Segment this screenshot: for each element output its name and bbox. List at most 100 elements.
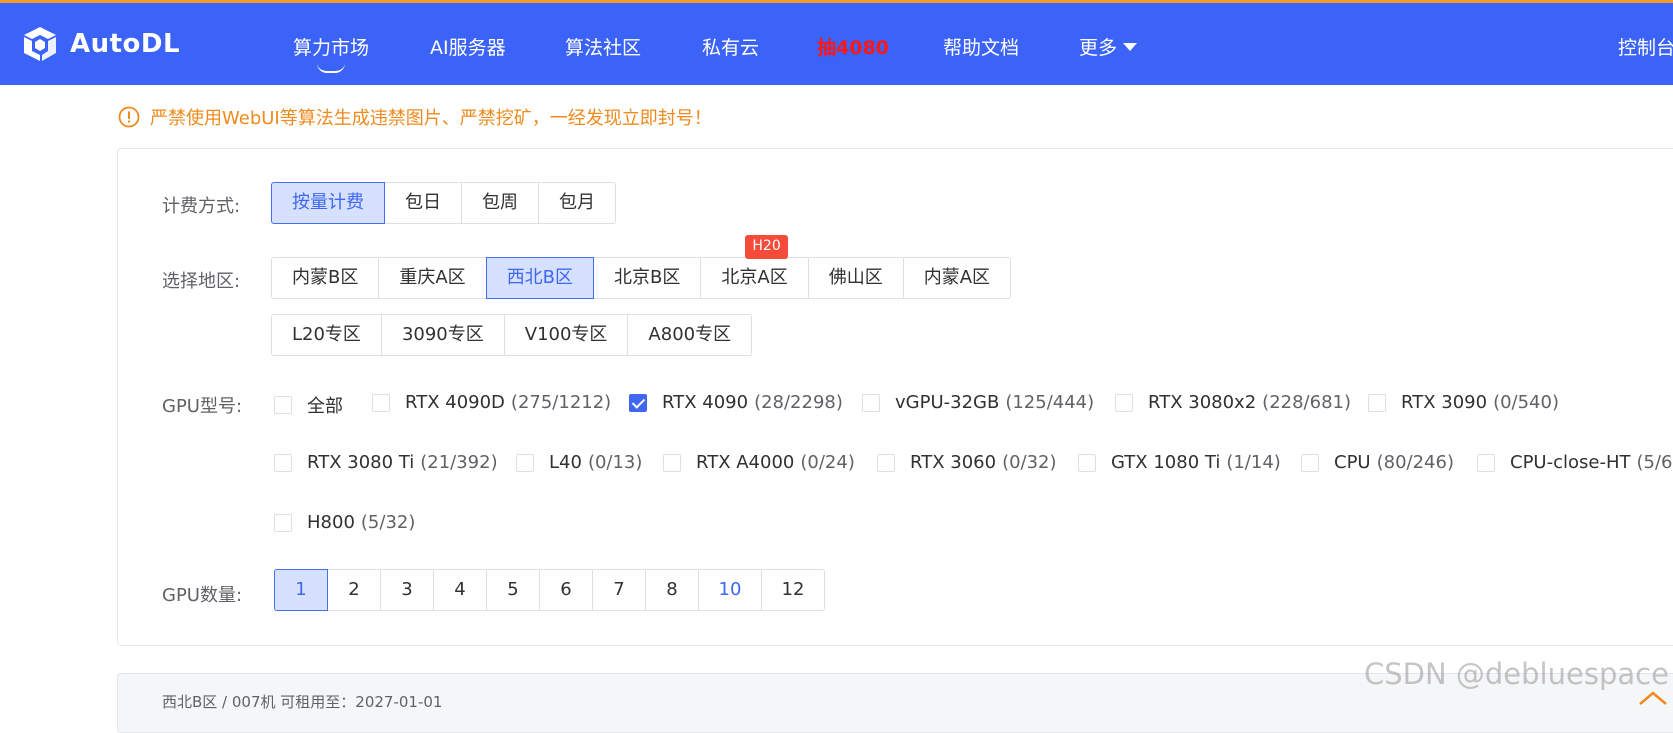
gpu-count-option-1[interactable]: 1 [274,569,328,611]
brand-name: AutoDL [70,29,181,59]
nav-item-lottery-4080[interactable]: 抽4080 [817,33,889,60]
region-option-neimeng-a[interactable]: 内蒙A区 [902,257,1012,299]
caret-down-icon [1123,43,1138,51]
gpu-count-label: GPU数量: [162,585,243,606]
gpu-checkbox[interactable] [1115,393,1133,412]
region-option-3090[interactable]: 3090专区 [380,314,505,356]
gpu-count-options: 1 2 3 4 5 6 7 8 10 12 [274,569,825,611]
gpu-option-rtx-4090[interactable]: RTX 4090 (28/2298) [629,392,843,413]
nav-item-compute-market[interactable]: 算力市场 [293,33,369,73]
gpu-availability: (275/1212) [510,392,612,413]
region-option-xibei-b[interactable]: 西北B区 [485,257,595,299]
gpu-checkbox[interactable] [1078,453,1096,472]
gpu-name: GTX 1080 Ti [1111,452,1221,473]
gpu-option-l40[interactable]: L40 (0/13) [516,452,642,473]
autodl-logo-icon [20,25,60,63]
region-options-row2: L20专区 3090专区 V100专区 A800专区 [271,314,753,356]
gpu-option-rtx-4090d[interactable]: RTX 4090D (275/1212) [372,392,611,413]
region-option-beijing-b[interactable]: 北京B区 [593,257,702,299]
region-option-v100[interactable]: V100专区 [503,314,629,356]
gpu-name: RTX 3090 [1401,392,1488,413]
gpu-checkbox[interactable] [274,513,292,532]
gpu-option-vgpu-32gb[interactable]: vGPU-32GB (125/444) [862,392,1094,413]
gpu-checkbox[interactable] [1368,393,1386,412]
gpu-availability: (1/14) [1226,452,1281,473]
nav-item-console[interactable]: 控制台 [1618,33,1673,60]
nav-item-algorithm-community[interactable]: 算法社区 [565,33,641,60]
gpu-name: H800 [307,512,355,533]
gpu-name: vGPU-32GB [895,392,1000,413]
gpu-option-rtx-3090[interactable]: RTX 3090 (0/540) [1368,392,1559,413]
gpu-checkbox[interactable] [862,393,880,412]
gpu-availability: (125/444) [1005,392,1095,413]
gpu-name: RTX 4090D [405,392,505,413]
gpu-count-option-4[interactable]: 4 [433,569,487,611]
nav-item-more[interactable]: 更多 [1079,33,1138,60]
gpu-name: CPU [1334,452,1371,473]
billing-option-pay-as-you-go[interactable]: 按量计费 [271,182,385,224]
gpu-option-rtx-3080x2[interactable]: RTX 3080x2 (228/681) [1115,392,1351,413]
region-option-a800[interactable]: A800专区 [627,314,753,356]
gpu-option-gtx-1080-ti[interactable]: GTX 1080 Ti (1/14) [1078,452,1281,473]
gpu-name: RTX 3080 Ti [307,452,415,473]
gpu-option-cpu-close-ht[interactable]: CPU-close-HT (5/6) [1477,452,1673,473]
gpu-count-option-10[interactable]: 10 [698,569,762,611]
billing-option-weekly[interactable]: 包周 [461,182,539,224]
region-option-beijing-a[interactable]: 北京A区 H20 [700,235,809,299]
billing-option-monthly[interactable]: 包月 [538,182,616,224]
warning-text: 严禁使用WebUI等算法生成违禁图片、严禁挖矿，一经发现立即封号！ [150,108,712,129]
gpu-availability: (0/32) [1002,452,1057,473]
gpu-count-option-12[interactable]: 12 [761,569,825,611]
gpu-option-h800[interactable]: H800 (5/32) [274,512,415,533]
gpu-availability: (5/6) [1636,452,1673,473]
region-option-foshan[interactable]: 佛山区 [807,257,904,299]
gpu-availability: (0/13) [587,452,643,473]
gpu-availability: (0/24) [800,452,855,473]
brand-logo[interactable]: AutoDL [20,25,180,63]
gpu-name: CPU-close-HT [1510,452,1631,473]
gpu-availability: (80/246) [1376,452,1454,473]
gpu-count-option-7[interactable]: 7 [592,569,646,611]
billing-option-daily[interactable]: 包日 [384,182,462,224]
gpu-availability: (5/32) [360,512,416,533]
gpu-checkbox[interactable] [372,393,390,412]
gpu-name: RTX A4000 [696,452,795,473]
gpu-checkbox[interactable] [1301,453,1319,472]
gpu-count-option-2[interactable]: 2 [327,569,381,611]
billing-label: 计费方式: [162,196,241,217]
exclamation-circle-icon [118,106,140,128]
gpu-checkbox[interactable] [274,396,292,414]
gpu-count-option-5[interactable]: 5 [486,569,540,611]
gpu-checkbox[interactable] [1477,453,1495,472]
region-option-l20[interactable]: L20专区 [271,314,382,356]
gpu-checkbox[interactable] [274,453,292,472]
gpu-option-rtx-3060[interactable]: RTX 3060 (0/32) [877,452,1057,473]
region-options-row1: 内蒙B区 重庆A区 西北B区 北京B区 北京A区 H20 佛山区 内蒙A区 [271,235,1012,299]
gpu-option-rtx-a4000[interactable]: RTX A4000 (0/24) [663,452,855,473]
gpu-count-option-6[interactable]: 6 [539,569,593,611]
gpu-name: RTX 4090 [662,392,749,413]
gpu-option-all[interactable]: 全部 [274,392,343,418]
region-badge-h20: H20 [745,235,788,259]
region-option-chongqing-a[interactable]: 重庆A区 [378,257,487,299]
region-option-neimeng-b[interactable]: 内蒙B区 [271,257,380,299]
gpu-model-label: GPU型号: [162,396,243,417]
gpu-checkbox[interactable] [877,453,895,472]
nav-item-help-docs[interactable]: 帮助文档 [943,33,1019,60]
gpu-option-rtx-3080-ti[interactable]: RTX 3080 Ti (21/392) [274,452,498,473]
machine-info: 西北B区 / 007机 可租用至：2027-01-01 [162,693,443,711]
csdn-watermark: CSDN @debluespace [1364,657,1669,691]
gpu-availability: (0/540) [1493,392,1559,413]
nav-item-private-cloud[interactable]: 私有云 [702,33,759,60]
billing-options: 按量计费 包日 包周 包月 [271,182,616,224]
gpu-checkbox[interactable] [663,453,681,472]
gpu-checkbox-checked[interactable] [629,393,647,412]
region-option-beijing-a-label: 北京A区 [721,267,788,288]
gpu-availability: (228/681) [1262,392,1351,413]
gpu-count-option-3[interactable]: 3 [380,569,434,611]
gpu-count-option-8[interactable]: 8 [645,569,699,611]
gpu-checkbox[interactable] [516,453,534,472]
gpu-option-cpu[interactable]: CPU (80/246) [1301,452,1454,473]
nav-item-ai-server[interactable]: AI服务器 [430,33,506,60]
gpu-availability: (21/392) [420,452,498,473]
